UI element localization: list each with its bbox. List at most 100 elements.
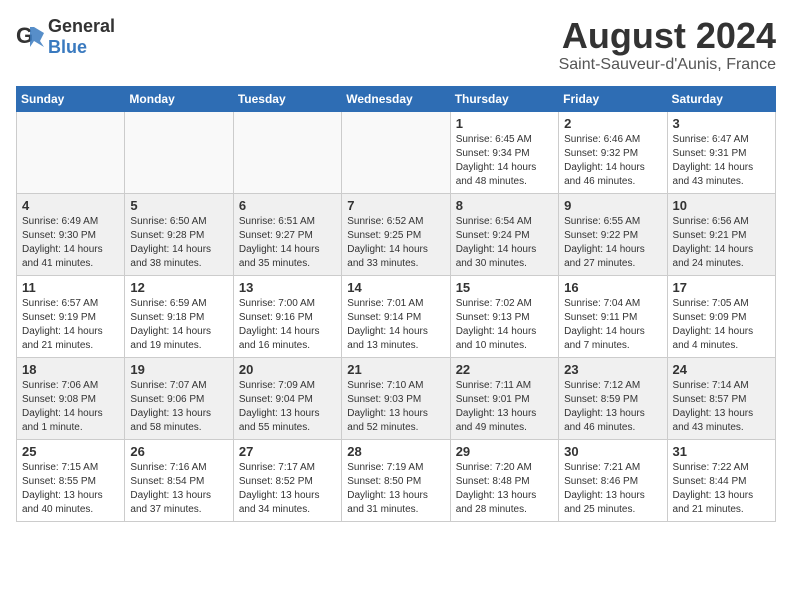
day-number: 3 (673, 116, 770, 131)
day-number: 25 (22, 444, 119, 459)
day-number: 31 (673, 444, 770, 459)
calendar-cell: 21Sunrise: 7:10 AM Sunset: 9:03 PM Dayli… (342, 357, 450, 439)
day-number: 13 (239, 280, 336, 295)
calendar-cell: 27 Sunrise: 7:17 AM Sunset: 8:52 PM Dayli… (233, 439, 341, 521)
calendar-cell: 10 Sunrise: 6:56 AM Sunset: 9:21 PM Dayli… (667, 193, 775, 275)
header-day-monday: Monday (125, 86, 233, 111)
calendar-cell: 4 Sunrise: 6:49 AM Sunset: 9:30 PM Daylig… (17, 193, 125, 275)
day-info: Sunrise: 6:54 AM Sunset: 9:24 PM Dayligh… (456, 215, 553, 271)
day-number: 30 (564, 444, 661, 459)
day-info: Sunrise: 7:14 AM Sunset: 8:57 PM Dayligh… (673, 379, 770, 435)
day-number: 11 (22, 280, 119, 295)
day-info: Sunrise: 7:11 AM Sunset: 9:01 PM Dayligh… (456, 379, 553, 435)
calendar-week-row: 4 Sunrise: 6:49 AM Sunset: 9:30 PM Daylig… (17, 193, 776, 275)
day-number: 22 (456, 362, 553, 377)
calendar-cell: 3 Sunrise: 6:47 AM Sunset: 9:31 PM Daylig… (667, 111, 775, 193)
day-info: Sunrise: 7:05 AM Sunset: 9:09 PM Dayligh… (673, 297, 770, 353)
header-day-tuesday: Tuesday (233, 86, 341, 111)
day-number: 19 (130, 362, 227, 377)
day-number: 26 (130, 444, 227, 459)
calendar-cell: 1Sunrise: 6:45 AM Sunset: 9:34 PM Daylig… (450, 111, 558, 193)
logo-blue-text: Blue (48, 37, 87, 57)
calendar-cell (233, 111, 341, 193)
calendar-cell: 8 Sunrise: 6:54 AM Sunset: 9:24 PM Daylig… (450, 193, 558, 275)
day-info: Sunrise: 7:15 AM Sunset: 8:55 PM Dayligh… (22, 461, 119, 517)
calendar-cell: 19 Sunrise: 7:07 AM Sunset: 9:06 PM Dayli… (125, 357, 233, 439)
day-info: Sunrise: 6:47 AM Sunset: 9:31 PM Dayligh… (673, 133, 770, 189)
header-day-saturday: Saturday (667, 86, 775, 111)
calendar-header-row: SundayMondayTuesdayWednesdayThursdayFrid… (17, 86, 776, 111)
calendar-cell (17, 111, 125, 193)
calendar-cell: 6Sunrise: 6:51 AM Sunset: 9:27 PM Daylig… (233, 193, 341, 275)
day-info: Sunrise: 7:17 AM Sunset: 8:52 PM Dayligh… (239, 461, 336, 517)
day-number: 20 (239, 362, 336, 377)
calendar-week-row: 18 Sunrise: 7:06 AM Sunset: 9:08 PM Dayli… (17, 357, 776, 439)
day-info: Sunrise: 7:22 AM Sunset: 8:44 PM Dayligh… (673, 461, 770, 517)
calendar-cell: 12Sunrise: 6:59 AM Sunset: 9:18 PM Dayli… (125, 275, 233, 357)
calendar-cell: 7Sunrise: 6:52 AM Sunset: 9:25 PM Daylig… (342, 193, 450, 275)
day-info: Sunrise: 6:56 AM Sunset: 9:21 PM Dayligh… (673, 215, 770, 271)
day-info: Sunrise: 7:21 AM Sunset: 8:46 PM Dayligh… (564, 461, 661, 517)
day-number: 7 (347, 198, 444, 213)
day-number: 6 (239, 198, 336, 213)
calendar-week-row: 11 Sunrise: 6:57 AM Sunset: 9:19 PM Dayli… (17, 275, 776, 357)
calendar-cell: 29 Sunrise: 7:20 AM Sunset: 8:48 PM Dayli… (450, 439, 558, 521)
day-info: Sunrise: 6:50 AM Sunset: 9:28 PM Dayligh… (130, 215, 227, 271)
logo: G General Blue (16, 16, 115, 58)
logo-general-text: General (48, 16, 115, 36)
location-subtitle: Saint-Sauveur-d'Aunis, France (559, 56, 776, 74)
day-number: 5 (130, 198, 227, 213)
day-info: Sunrise: 7:02 AM Sunset: 9:13 PM Dayligh… (456, 297, 553, 353)
calendar-cell: 26 Sunrise: 7:16 AM Sunset: 8:54 PM Dayli… (125, 439, 233, 521)
day-number: 18 (22, 362, 119, 377)
calendar-cell: 24 Sunrise: 7:14 AM Sunset: 8:57 PM Dayli… (667, 357, 775, 439)
header-day-thursday: Thursday (450, 86, 558, 111)
day-number: 10 (673, 198, 770, 213)
calendar-cell: 18 Sunrise: 7:06 AM Sunset: 9:08 PM Dayli… (17, 357, 125, 439)
day-number: 8 (456, 198, 553, 213)
month-year-title: August 2024 (559, 16, 776, 56)
day-info: Sunrise: 7:12 AM Sunset: 8:59 PM Dayligh… (564, 379, 661, 435)
day-info: Sunrise: 7:20 AM Sunset: 8:48 PM Dayligh… (456, 461, 553, 517)
calendar-cell: 5 Sunrise: 6:50 AM Sunset: 9:28 PM Daylig… (125, 193, 233, 275)
calendar-cell: 23Sunrise: 7:12 AM Sunset: 8:59 PM Dayli… (559, 357, 667, 439)
calendar-cell: 13 Sunrise: 7:00 AM Sunset: 9:16 PM Dayli… (233, 275, 341, 357)
logo-icon: G (16, 23, 44, 51)
day-info: Sunrise: 6:49 AM Sunset: 9:30 PM Dayligh… (22, 215, 119, 271)
day-info: Sunrise: 7:09 AM Sunset: 9:04 PM Dayligh… (239, 379, 336, 435)
header-day-sunday: Sunday (17, 86, 125, 111)
day-info: Sunrise: 6:59 AM Sunset: 9:18 PM Dayligh… (130, 297, 227, 353)
day-number: 15 (456, 280, 553, 295)
day-number: 14 (347, 280, 444, 295)
day-info: Sunrise: 6:57 AM Sunset: 9:19 PM Dayligh… (22, 297, 119, 353)
day-number: 17 (673, 280, 770, 295)
day-info: Sunrise: 6:46 AM Sunset: 9:32 PM Dayligh… (564, 133, 661, 189)
calendar-cell: 31 Sunrise: 7:22 AM Sunset: 8:44 PM Dayli… (667, 439, 775, 521)
calendar-table: SundayMondayTuesdayWednesdayThursdayFrid… (16, 86, 776, 522)
day-number: 16 (564, 280, 661, 295)
header-day-wednesday: Wednesday (342, 86, 450, 111)
calendar-cell: 25 Sunrise: 7:15 AM Sunset: 8:55 PM Dayli… (17, 439, 125, 521)
day-number: 27 (239, 444, 336, 459)
day-info: Sunrise: 7:10 AM Sunset: 9:03 PM Dayligh… (347, 379, 444, 435)
day-number: 4 (22, 198, 119, 213)
day-info: Sunrise: 6:55 AM Sunset: 9:22 PM Dayligh… (564, 215, 661, 271)
day-info: Sunrise: 7:01 AM Sunset: 9:14 PM Dayligh… (347, 297, 444, 353)
calendar-cell: 30 Sunrise: 7:21 AM Sunset: 8:46 PM Dayli… (559, 439, 667, 521)
day-number: 24 (673, 362, 770, 377)
day-number: 28 (347, 444, 444, 459)
day-info: Sunrise: 7:00 AM Sunset: 9:16 PM Dayligh… (239, 297, 336, 353)
header: G General Blue August 2024 Saint-Sauveur… (16, 16, 776, 74)
header-day-friday: Friday (559, 86, 667, 111)
day-number: 29 (456, 444, 553, 459)
calendar-cell: 15 Sunrise: 7:02 AM Sunset: 9:13 PM Dayli… (450, 275, 558, 357)
day-info: Sunrise: 7:06 AM Sunset: 9:08 PM Dayligh… (22, 379, 119, 435)
title-area: August 2024 Saint-Sauveur-d'Aunis, Franc… (559, 16, 776, 74)
calendar-cell (125, 111, 233, 193)
calendar-cell (342, 111, 450, 193)
calendar-cell: 17 Sunrise: 7:05 AM Sunset: 9:09 PM Dayli… (667, 275, 775, 357)
day-info: Sunrise: 7:16 AM Sunset: 8:54 PM Dayligh… (130, 461, 227, 517)
day-info: Sunrise: 7:07 AM Sunset: 9:06 PM Dayligh… (130, 379, 227, 435)
day-info: Sunrise: 7:04 AM Sunset: 9:11 PM Dayligh… (564, 297, 661, 353)
calendar-cell: 11 Sunrise: 6:57 AM Sunset: 9:19 PM Dayli… (17, 275, 125, 357)
